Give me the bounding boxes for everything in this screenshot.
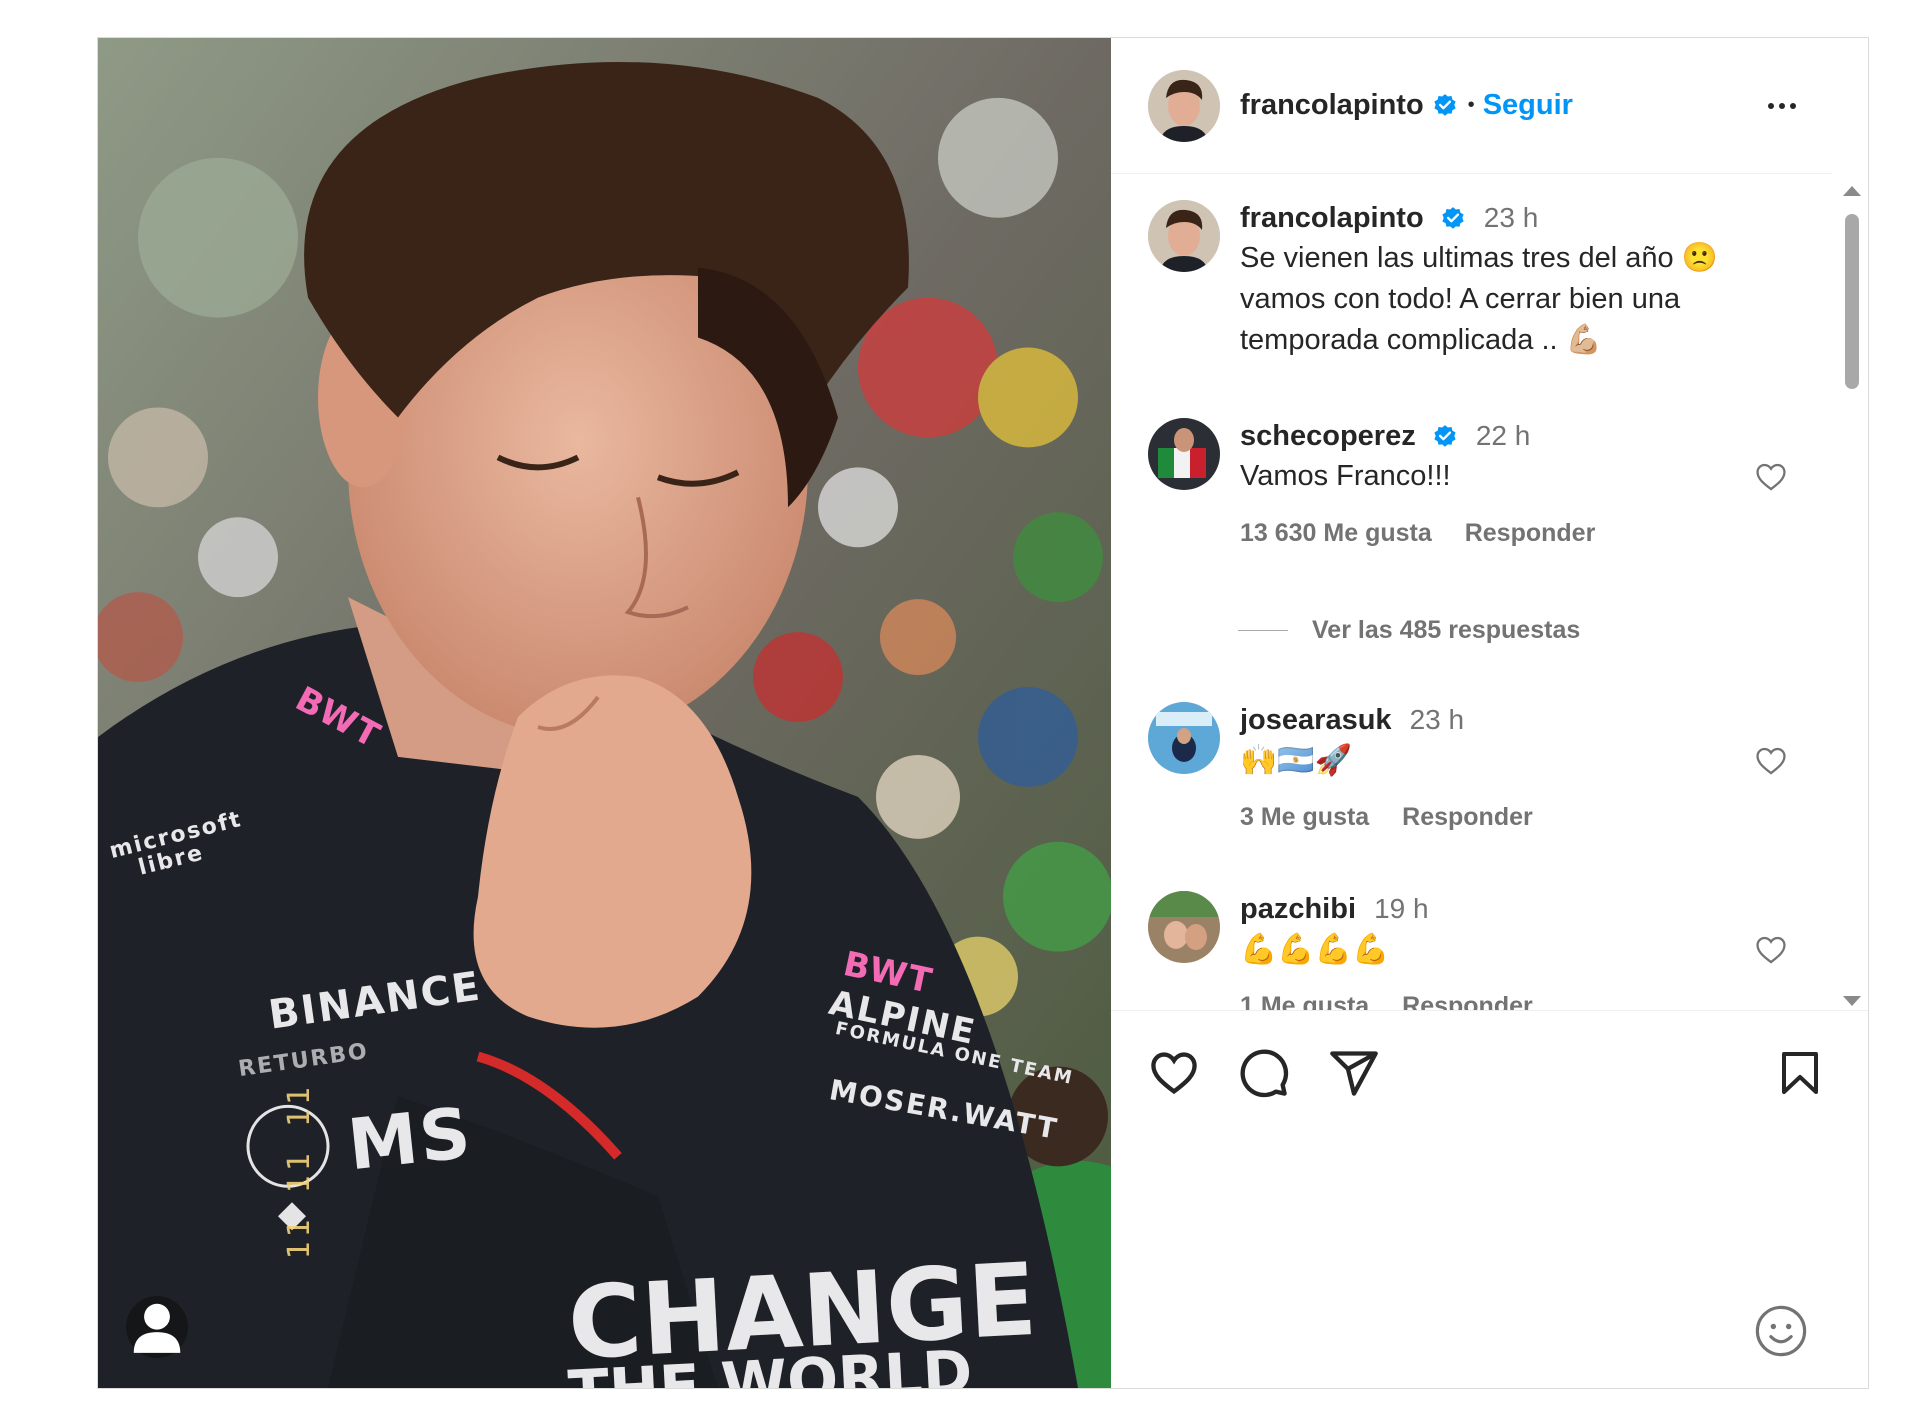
jersey-ms-text: MS xyxy=(344,1091,477,1187)
header-separator: • xyxy=(1467,94,1475,116)
caption-avatar[interactable] xyxy=(1148,200,1220,272)
instagram-post: BWT microsoft libre BINANCE RETURBO MS B… xyxy=(97,37,1869,1389)
comment-username[interactable]: schecoperez xyxy=(1240,420,1416,452)
comment-avatar-image xyxy=(1148,418,1220,490)
caption-username[interactable]: francolapinto xyxy=(1240,202,1424,234)
verified-badge-icon xyxy=(1434,425,1456,448)
comment-avatar[interactable] xyxy=(1148,702,1220,774)
comment-reply-button[interactable]: Responder xyxy=(1402,992,1533,1010)
comment-bubble-icon[interactable] xyxy=(1238,1047,1290,1099)
comment-username[interactable]: josearasuk xyxy=(1240,704,1392,736)
comment-time: 23 h xyxy=(1409,704,1465,735)
bookmark-icon[interactable] xyxy=(1776,1047,1824,1099)
view-replies-label: Ver las 485 respuestas xyxy=(1312,616,1581,644)
scroll-down-arrow-icon[interactable] xyxy=(1843,996,1861,1006)
user-tag-icon xyxy=(133,1303,181,1353)
user-tag-button[interactable] xyxy=(126,1296,188,1358)
author-username[interactable]: francolapinto xyxy=(1240,89,1424,122)
comments-list[interactable]: francolapinto 23 h Se vienen las ultimas… xyxy=(1111,174,1868,1011)
comment-reply-button[interactable]: Responder xyxy=(1465,519,1596,547)
scroll-up-arrow-icon[interactable] xyxy=(1843,186,1861,196)
comment-text: 🙌🇦🇷🚀 xyxy=(1240,744,1353,777)
view-replies-button[interactable]: Ver las 485 respuestas xyxy=(1238,616,1580,645)
comment-text: Vamos Franco!!! xyxy=(1240,460,1451,492)
more-options-icon xyxy=(1768,102,1774,109)
post-header: francolapinto • Seguir xyxy=(1111,38,1832,174)
comment-likes[interactable]: 1 Me gusta xyxy=(1240,992,1369,1010)
post-side-panel: francolapinto • Seguir francolapinto 23 … xyxy=(1111,38,1868,1388)
comment-time: 19 h xyxy=(1374,893,1429,924)
comment-heart-icon[interactable] xyxy=(1754,744,1788,778)
comment-heart-icon[interactable] xyxy=(1754,460,1788,494)
author-avatar[interactable] xyxy=(1148,69,1220,142)
comment-avatar[interactable] xyxy=(1148,418,1220,490)
caption-text-line-1: Se vienen las ultimas tres del año 🙁 xyxy=(1240,242,1718,274)
comment-text: 💪💪💪💪 xyxy=(1240,933,1390,966)
comment-time: 22 h xyxy=(1475,420,1531,451)
photo-illustration xyxy=(98,38,1111,1388)
post-photo[interactable]: BWT microsoft libre BINANCE RETURBO MS B… xyxy=(98,38,1111,1388)
caption-text-line-2: vamos con todo! A cerrar bien una xyxy=(1240,283,1681,315)
comment-item: pazchibi 19 h 💪💪💪💪 1 Me gusta Responder xyxy=(1148,891,1798,1010)
scrollbar-thumb[interactable] xyxy=(1845,214,1859,389)
comment-avatar-image xyxy=(1148,891,1220,963)
photo-date-stamp: 11 11 11 xyxy=(282,1083,317,1260)
smiley-icon[interactable] xyxy=(1754,1304,1808,1358)
comments-scrollbar[interactable] xyxy=(1840,186,1862,1006)
comment-item: schecoperez 22 h Vamos Franco!!! 13 630 … xyxy=(1148,418,1798,548)
comment-avatar-image xyxy=(1148,702,1220,774)
comment-heart-icon[interactable] xyxy=(1754,933,1788,967)
follow-button[interactable]: Seguir xyxy=(1483,89,1573,122)
author-avatar-image xyxy=(1148,69,1220,142)
comment-item: josearasuk 23 h 🙌🇦🇷🚀 3 Me gusta Responde… xyxy=(1148,702,1798,832)
post-caption: francolapinto 23 h Se vienen las ultimas… xyxy=(1148,200,1798,361)
paper-plane-icon[interactable] xyxy=(1328,1047,1380,1099)
post-actions xyxy=(1111,1011,1868,1135)
more-options-button[interactable] xyxy=(1768,102,1796,109)
comment-avatar[interactable] xyxy=(1148,891,1220,963)
comment-likes[interactable]: 13 630 Me gusta xyxy=(1240,519,1432,547)
caption-text-line-3: temporada complicada .. 💪🏼 xyxy=(1240,324,1602,356)
comment-username[interactable]: pazchibi xyxy=(1240,893,1356,925)
replies-divider xyxy=(1238,630,1288,631)
verified-badge-icon xyxy=(1434,93,1456,116)
caption-time: 23 h xyxy=(1483,202,1539,233)
verified-badge-icon xyxy=(1442,207,1464,230)
comment-reply-button[interactable]: Responder xyxy=(1402,803,1533,831)
caption-avatar-image xyxy=(1148,200,1220,272)
heart-icon[interactable] xyxy=(1148,1047,1200,1099)
comment-likes[interactable]: 3 Me gusta xyxy=(1240,803,1369,831)
